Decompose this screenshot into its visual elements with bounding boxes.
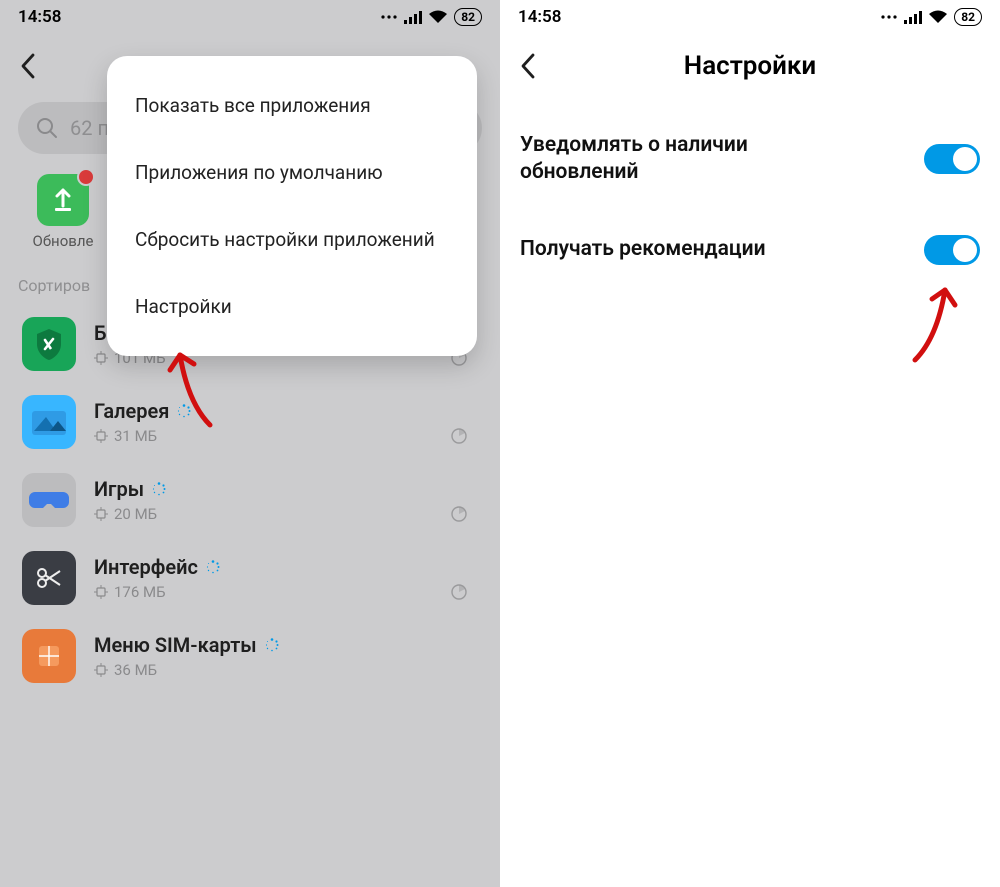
app-size: 20 МБ xyxy=(114,505,157,523)
menu-item-show-all-apps[interactable]: Показать все приложения xyxy=(107,72,477,139)
toggle-recommendations[interactable] xyxy=(924,235,980,265)
status-bar: 14:58 82 xyxy=(500,0,1000,34)
chip-icon xyxy=(94,585,108,599)
settings-list: Уведомлять о наличии обновлений Получать… xyxy=(500,88,1000,295)
context-menu: Показать все приложения Приложения по ум… xyxy=(107,56,477,356)
app-name: Интерфейс xyxy=(94,555,198,579)
app-name: Игры xyxy=(94,477,144,501)
page-title: Настройки xyxy=(684,51,816,81)
pie-icon xyxy=(450,583,478,601)
left-screen: 14:58 82 62 п xyxy=(0,0,500,887)
back-button[interactable] xyxy=(518,52,538,80)
more-dots-icon xyxy=(380,12,398,22)
setting-row-recommendations: Получать рекомендации xyxy=(520,217,980,295)
header-row: Настройки xyxy=(500,34,1000,88)
setting-label: Уведомлять о наличии обновлений xyxy=(520,132,860,187)
battery-icon: 82 xyxy=(954,8,982,26)
shortcut-label: Обновле xyxy=(33,232,94,250)
app-list: Безопасность 101 МБ Галерея xyxy=(0,305,500,695)
app-text: Галерея 31 МБ xyxy=(94,399,478,445)
toggle-update-notify[interactable] xyxy=(924,144,980,174)
menu-item-reset-app-prefs[interactable]: Сбросить настройки приложений xyxy=(107,206,477,273)
search-text: 62 п xyxy=(70,116,109,140)
chip-icon xyxy=(94,351,108,365)
back-button[interactable] xyxy=(18,52,38,80)
app-item-games[interactable]: Игры 20 МБ xyxy=(0,461,500,539)
wifi-icon xyxy=(928,10,948,24)
loading-spinner-icon xyxy=(265,638,279,652)
app-name: Меню SIM-карты xyxy=(94,633,257,657)
pie-icon xyxy=(450,427,478,445)
wifi-icon xyxy=(428,10,448,24)
signal-icon xyxy=(404,10,422,24)
setting-row-update-notify: Уведомлять о наличии обновлений xyxy=(520,114,980,217)
status-icons-right: 82 xyxy=(880,8,982,26)
shield-icon xyxy=(22,317,76,371)
status-icons-right: 82 xyxy=(380,8,482,26)
app-name: Галерея xyxy=(94,399,169,423)
app-size: 31 МБ xyxy=(114,427,157,445)
status-time: 14:58 xyxy=(518,7,561,27)
pie-icon xyxy=(450,505,478,523)
status-time: 14:58 xyxy=(18,7,61,27)
app-text: Интерфейс 176 МБ xyxy=(94,555,478,601)
loading-spinner-icon xyxy=(177,404,191,418)
menu-item-settings[interactable]: Настройки xyxy=(107,273,477,340)
battery-icon: 82 xyxy=(454,8,482,26)
status-bar: 14:58 82 xyxy=(0,0,500,34)
notification-badge-icon xyxy=(77,168,95,186)
menu-item-default-apps[interactable]: Приложения по умолчанию xyxy=(107,139,477,206)
gamepad-icon xyxy=(22,473,76,527)
chip-icon xyxy=(94,429,108,443)
loading-spinner-icon xyxy=(152,482,166,496)
app-item-gallery[interactable]: Галерея 31 МБ xyxy=(0,383,500,461)
chip-icon xyxy=(94,507,108,521)
signal-icon xyxy=(904,10,922,24)
right-screen: 14:58 82 Настройки Уведомлять о наличии … xyxy=(500,0,1000,887)
app-item-interface[interactable]: Интерфейс 176 МБ xyxy=(0,539,500,617)
app-size: 176 МБ xyxy=(114,583,166,601)
app-size: 36 МБ xyxy=(114,661,157,679)
chip-icon xyxy=(94,663,108,677)
app-text: Игры 20 МБ xyxy=(94,477,478,523)
update-icon xyxy=(37,174,89,226)
loading-spinner-icon xyxy=(206,560,220,574)
app-text: Меню SIM-карты 36 МБ xyxy=(94,633,478,679)
gallery-icon xyxy=(22,395,76,449)
search-icon xyxy=(36,117,58,139)
app-item-sim[interactable]: Меню SIM-карты 36 МБ xyxy=(0,617,500,695)
sim-icon xyxy=(22,629,76,683)
scissors-icon xyxy=(22,551,76,605)
more-dots-icon xyxy=(880,12,898,22)
shortcut-updates[interactable]: Обновле xyxy=(28,174,98,250)
setting-label: Получать рекомендации xyxy=(520,236,766,263)
